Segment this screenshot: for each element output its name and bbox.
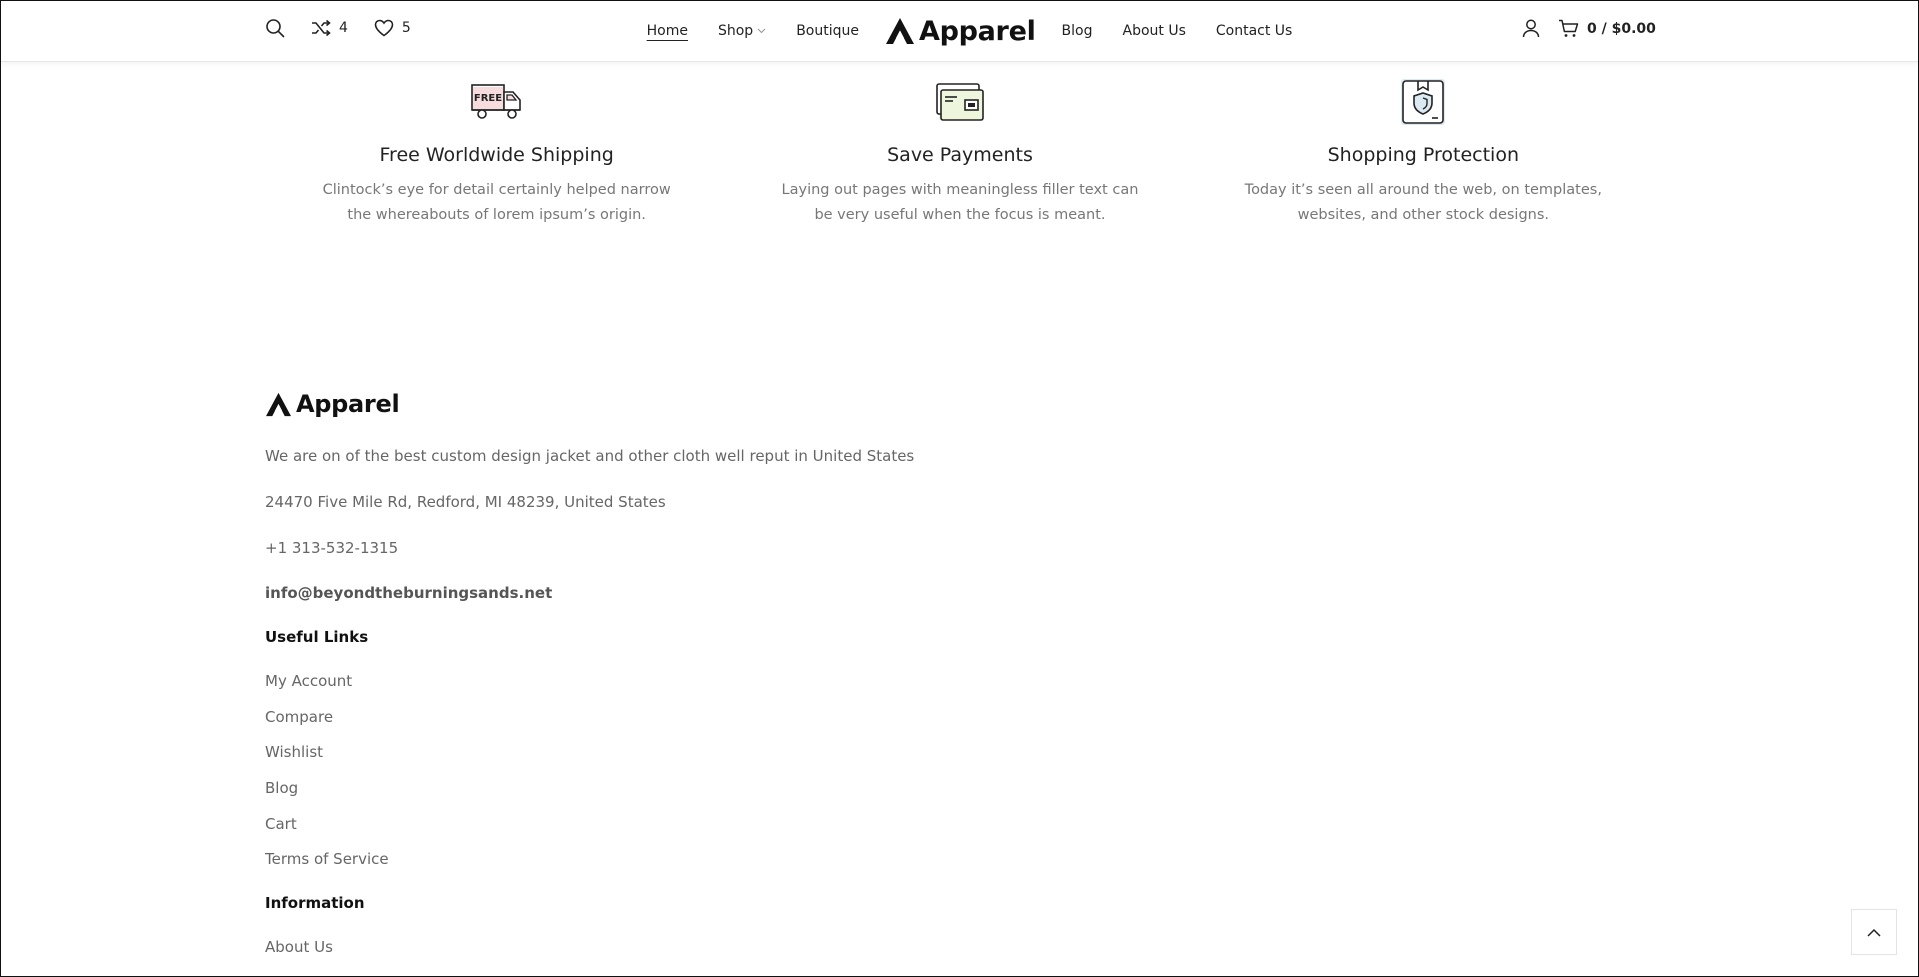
wishlist-button[interactable]: 5	[374, 19, 411, 37]
footer-about-text: We are on of the best custom design jack…	[265, 447, 915, 465]
wishlist-count: 5	[401, 20, 411, 36]
heart-icon	[374, 19, 394, 37]
feature-description: Laying out pages with meaningless filler…	[781, 182, 1139, 223]
search-icon	[266, 19, 285, 38]
footer-brand-logo[interactable]: Apparel	[265, 390, 1165, 418]
feature-description: Clintock’s eye for detail certainly help…	[322, 182, 671, 223]
chevron-down-icon	[757, 28, 766, 34]
credit-card-icon	[936, 83, 984, 121]
site-header: 4 5 Home Shop Boutique Apparel Blog Abou…	[0, 0, 1919, 62]
feature-title: Save Payments	[887, 144, 1033, 166]
footer-link-blog[interactable]: Blog	[265, 779, 298, 797]
footer-link-terms-of-service[interactable]: Terms of Service	[265, 850, 389, 868]
footer-email-link[interactable]: info@beyondtheburningsands.net	[265, 584, 552, 602]
header-tools: 4 5	[265, 18, 411, 38]
nav-home[interactable]: Home	[647, 23, 688, 39]
chevron-up-icon	[1867, 928, 1881, 937]
footer-link-wishlist[interactable]: Wishlist	[265, 743, 323, 761]
user-icon	[1522, 19, 1540, 38]
nav-boutique[interactable]: Boutique	[796, 23, 859, 39]
footer-link-cart[interactable]: Cart	[265, 815, 297, 833]
cart-button[interactable]: 0 / $0.00	[1558, 19, 1656, 38]
footer-link-about-us[interactable]: About Us	[265, 938, 333, 956]
feature-title: Shopping Protection	[1327, 144, 1520, 166]
features-row: FREE Free Worldwide Shipping Clintock’s …	[265, 74, 1655, 228]
site-footer: Apparel We are on of the best custom des…	[265, 390, 1165, 956]
compare-count: 4	[339, 20, 348, 36]
useful-links-heading: Useful Links	[265, 628, 369, 646]
back-to-top-button[interactable]	[1851, 909, 1897, 955]
nav-contact-us[interactable]: Contact Us	[1216, 23, 1292, 39]
shuffle-icon	[312, 19, 331, 37]
nav-shop-label: Shop	[717, 23, 754, 39]
apparel-logo-icon	[885, 18, 914, 44]
brand-name: Apparel	[918, 15, 1036, 47]
account-button[interactable]	[1522, 19, 1540, 38]
footer-phone: +1 313-532-1315	[265, 539, 399, 557]
feature-description: Today it’s seen all around the web, on t…	[1244, 182, 1602, 223]
feature-payments: Save Payments Laying out pages with mean…	[728, 74, 1191, 228]
shield-box-icon	[1401, 79, 1446, 125]
free-delivery-truck-icon: FREE	[470, 84, 521, 119]
apparel-logo-icon	[266, 392, 291, 416]
footer-brand-name: Apparel	[296, 390, 400, 418]
brand-logo[interactable]: Apparel	[885, 16, 1036, 47]
footer-link-my-account[interactable]: My Account	[265, 672, 352, 690]
nav-shop[interactable]: Shop	[718, 23, 766, 39]
nav-blog[interactable]: Blog	[1062, 23, 1093, 39]
compare-button[interactable]: 4	[311, 19, 348, 37]
feature-shipping: FREE Free Worldwide Shipping Clintock’s …	[265, 74, 728, 228]
truck-free-text: FREE	[474, 93, 502, 104]
information-heading: Information	[265, 894, 365, 912]
cart-total: 0 / $0.00	[1587, 20, 1656, 37]
header-account: 0 / $0.00	[1522, 19, 1656, 38]
search-button[interactable]	[265, 18, 285, 38]
nav-about-us[interactable]: About Us	[1123, 23, 1186, 39]
cart-icon	[1559, 19, 1579, 37]
feature-title: Free Worldwide Shipping	[379, 144, 614, 166]
feature-protection: Shopping Protection Today it’s seen all …	[1192, 74, 1655, 228]
footer-link-compare[interactable]: Compare	[265, 708, 333, 726]
footer-address: 24470 Five Mile Rd, Redford, MI 48239, U…	[265, 493, 666, 511]
